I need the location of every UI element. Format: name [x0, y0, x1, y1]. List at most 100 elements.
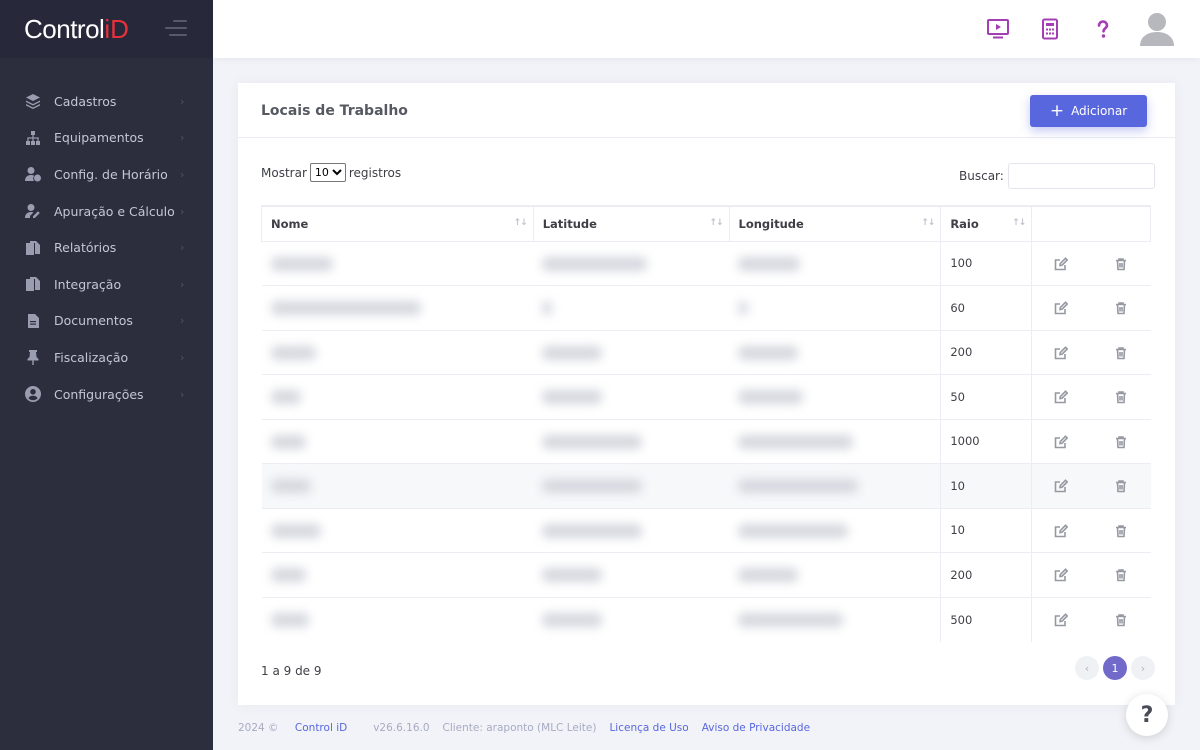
sidebar-item-cadastros[interactable]: Cadastros ›	[0, 83, 213, 120]
table-row: 1000	[261, 418, 1151, 464]
card-header: Locais de Trabalho + Adicionar	[238, 83, 1175, 138]
edit-icon[interactable]	[1054, 345, 1069, 360]
trash-icon[interactable]	[1114, 390, 1128, 404]
edit-icon[interactable]	[1054, 479, 1069, 493]
length-prefix: Mostrar	[261, 165, 307, 180]
table-row: 500	[261, 596, 1151, 642]
column-header-latitude[interactable]: Latitude ↑↓	[532, 205, 730, 242]
table-row: 100	[261, 240, 1151, 286]
user-clock-icon	[24, 165, 42, 183]
pagination: ‹ 1 ›	[1071, 656, 1155, 680]
top-header	[213, 0, 1200, 58]
chevron-right-icon: ›	[180, 204, 185, 218]
page-1-button[interactable]: 1	[1103, 656, 1127, 680]
question-icon[interactable]	[1088, 14, 1118, 44]
sidebar-item-label: Documentos	[54, 313, 133, 329]
edit-icon[interactable]	[1054, 523, 1069, 538]
user-edit-icon	[24, 202, 42, 220]
footer-privacy-link[interactable]: Aviso de Privacidade	[702, 722, 810, 734]
prev-page-button[interactable]: ‹	[1075, 656, 1099, 680]
search-input[interactable]	[1007, 163, 1155, 189]
sidebar-item-config-horario[interactable]: Config. de Horário ›	[0, 156, 213, 193]
raio-cell: 200	[940, 329, 1033, 375]
table-info: 1 a 9 de 9	[261, 664, 322, 678]
raio-cell: 500	[940, 596, 1033, 642]
sidebar-item-label: Apuração e Cálculo	[54, 203, 175, 219]
table-row: 60	[261, 285, 1151, 330]
sort-icon: ↑↓	[709, 218, 723, 228]
column-header-longitude[interactable]: Longitude ↑↓	[728, 205, 942, 242]
column-header-nome[interactable]: Nome ↑↓	[261, 205, 534, 242]
calculator-icon[interactable]	[1035, 14, 1065, 44]
add-button[interactable]: + Adicionar	[1030, 95, 1147, 127]
raio-cell: 100	[940, 240, 1033, 286]
edit-icon[interactable]	[1054, 301, 1069, 315]
sidebar-item-integracao[interactable]: Integração ›	[0, 266, 213, 303]
user-avatar-icon[interactable]	[1138, 10, 1176, 48]
chevron-right-icon: ›	[180, 94, 185, 108]
sidebar-item-apuracao[interactable]: Apuração e Cálculo ›	[0, 193, 213, 230]
column-header-raio[interactable]: Raio ↑↓	[940, 205, 1033, 242]
sidebar-item-label: Relatórios	[54, 240, 117, 256]
sidebar-item-label: Integração	[54, 276, 122, 292]
sidebar: Control iD Cadastros › Equipamentos › Con…	[0, 0, 213, 750]
trash-icon[interactable]	[1114, 435, 1128, 449]
sort-icon: ↑↓	[921, 218, 935, 228]
trash-icon[interactable]	[1114, 346, 1128, 360]
raio-cell: 200	[940, 552, 1033, 597]
edit-icon[interactable]	[1054, 434, 1069, 449]
raio-cell: 10	[940, 463, 1033, 508]
sidebar-item-fiscalizacao[interactable]: Fiscalização ›	[0, 339, 213, 376]
trash-icon[interactable]	[1114, 257, 1128, 271]
sidebar-item-configuracoes[interactable]: Configurações ›	[0, 376, 213, 413]
plus-icon: +	[1049, 101, 1065, 121]
sidebar-item-label: Cadastros	[54, 93, 117, 109]
chevron-right-icon: ›	[180, 387, 185, 401]
page-length-select[interactable]: 10	[309, 163, 346, 182]
chevron-right-icon: ›	[180, 131, 185, 145]
chevron-right-icon: ›	[180, 277, 185, 291]
footer-brand-link[interactable]: Control iD	[295, 722, 347, 734]
edit-icon[interactable]	[1054, 390, 1069, 404]
work-locations-card: Locais de Trabalho + Adicionar Mostrar 1…	[238, 83, 1175, 705]
chevron-right-icon: ›	[180, 241, 185, 255]
trash-icon[interactable]	[1114, 568, 1128, 582]
sort-icon: ↑↓	[513, 218, 528, 228]
sidebar-item-equipamentos[interactable]: Equipamentos ›	[0, 120, 213, 157]
file-icon	[24, 312, 42, 330]
menu-toggle-icon[interactable]	[165, 20, 189, 38]
copy-icon	[24, 275, 42, 293]
table-body: 100 60 200 50 1000 10 10 200 500	[261, 240, 1151, 642]
sort-icon: ↑↓	[1012, 218, 1026, 228]
user-circle-icon	[24, 385, 42, 403]
table-row: 200	[261, 552, 1151, 597]
layers-icon	[24, 92, 42, 110]
column-header-actions	[1031, 205, 1151, 242]
page-length-control: Mostrar 10 registros	[261, 163, 401, 182]
footer-license-link[interactable]: Licença de Uso	[609, 722, 688, 734]
edit-icon[interactable]	[1054, 612, 1069, 627]
next-page-button[interactable]: ›	[1131, 656, 1155, 680]
chevron-right-icon: ›	[180, 167, 185, 181]
raio-cell: 60	[940, 285, 1033, 330]
monitor-play-icon[interactable]	[983, 14, 1013, 44]
copy-icon	[24, 239, 42, 257]
help-fab-button[interactable]: ?	[1126, 694, 1168, 736]
edit-icon[interactable]	[1054, 568, 1069, 582]
sidebar-item-label: Config. de Horário	[54, 166, 168, 182]
trash-icon[interactable]	[1114, 524, 1128, 538]
sidebar-item-label: Configurações	[54, 386, 144, 402]
trash-icon[interactable]	[1114, 613, 1128, 627]
sidebar-item-relatorios[interactable]: Relatórios ›	[0, 229, 213, 266]
chevron-right-icon: ›	[180, 314, 185, 328]
thumbtack-icon	[24, 348, 42, 366]
trash-icon[interactable]	[1114, 301, 1128, 315]
raio-cell: 10	[940, 507, 1033, 553]
raio-cell: 50	[940, 374, 1033, 419]
trash-icon[interactable]	[1114, 479, 1128, 493]
edit-icon[interactable]	[1054, 256, 1069, 271]
raio-cell: 1000	[940, 418, 1033, 464]
sidebar-item-label: Fiscalização	[54, 349, 129, 365]
sidebar-item-documentos[interactable]: Documentos ›	[0, 303, 213, 340]
brand-accent: iD	[104, 13, 129, 44]
